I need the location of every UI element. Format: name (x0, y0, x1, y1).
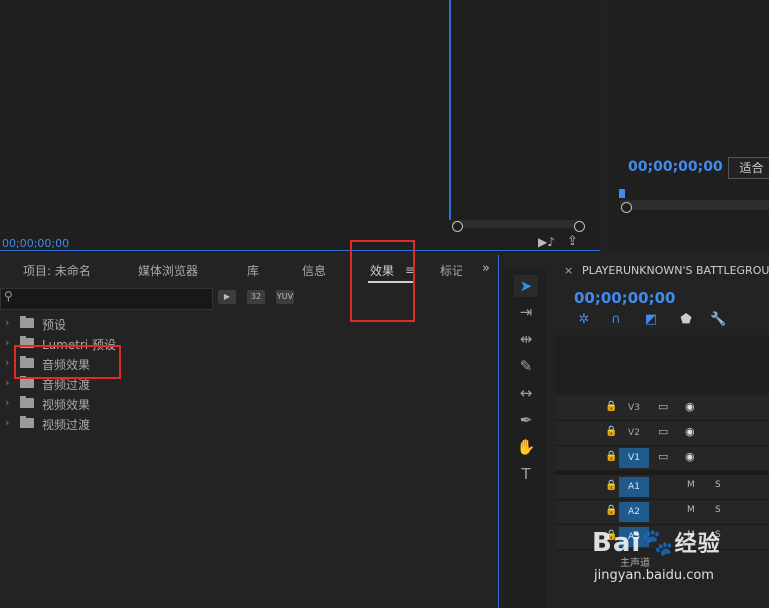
chevron-right-icon[interactable]: › (5, 416, 9, 429)
preset-folder-icon (20, 316, 34, 328)
source-timecode[interactable]: 00;00;00;00 (2, 237, 69, 250)
source-zoom-scrollbar[interactable] (452, 220, 582, 228)
zoom-fit-dropdown[interactable]: 适合 (728, 157, 769, 179)
eye-icon[interactable]: ◉ (685, 425, 695, 438)
lock-icon[interactable]: 🔒 (605, 505, 617, 516)
track-a2[interactable]: 🔒 A2 M S (555, 500, 769, 525)
source-playhead-line (449, 0, 451, 220)
selection-tool-icon[interactable]: ➤ (514, 275, 538, 297)
program-monitor (607, 0, 769, 252)
source-monitor (0, 0, 600, 252)
timeline-ruler-area (555, 335, 769, 395)
chevron-right-icon[interactable]: › (5, 376, 9, 389)
sync-lock-icon[interactable]: ▭ (658, 400, 668, 413)
solo-button[interactable]: S (715, 480, 721, 490)
nest-sequence-icon[interactable]: ✲ (576, 312, 592, 328)
track-v1[interactable]: 🔒 V1 ▭ ◉ (555, 446, 769, 471)
close-icon[interactable]: × (564, 264, 573, 277)
accelerated-effects-icon[interactable]: ▶ (218, 290, 236, 304)
tree-item-video-transitions[interactable]: › 视频过渡 (0, 413, 496, 433)
highlight-box-effects-tab (350, 240, 415, 322)
track-name[interactable]: V2 (619, 423, 649, 443)
program-playhead[interactable] (619, 189, 625, 198)
effects-search-input[interactable] (0, 288, 213, 310)
panel-focus-border (0, 250, 600, 251)
chevron-right-icon[interactable]: › (5, 316, 9, 329)
linked-selection-icon[interactable]: ◩ (643, 312, 659, 328)
32bit-effects-icon[interactable]: 32 (247, 290, 265, 304)
more-tabs-icon[interactable]: » (482, 261, 490, 276)
eye-icon[interactable]: ◉ (685, 450, 695, 463)
tab-project[interactable]: 项目: 未命名 (23, 262, 91, 279)
timeline-timecode[interactable]: 00;00;00;00 (574, 289, 676, 307)
watermark-logo-text: Bai (592, 528, 642, 558)
tree-item-label: 预设 (42, 318, 67, 332)
razor-tool-icon[interactable]: ✎ (514, 355, 538, 377)
scrollbar-left-handle[interactable] (452, 221, 463, 232)
lock-icon[interactable]: 🔒 (605, 480, 617, 491)
tab-markers[interactable]: 标记 (440, 262, 462, 279)
tree-item-presets[interactable]: › 预设 (0, 313, 496, 333)
pen-tool-icon[interactable]: ✒ (514, 409, 538, 431)
program-scroll-handle[interactable] (621, 202, 632, 213)
ripple-edit-tool-icon[interactable]: ⇹ (514, 328, 538, 350)
lock-icon[interactable]: 🔒 (605, 451, 617, 462)
snap-icon[interactable]: ∩ (608, 312, 624, 328)
track-name[interactable]: V1 (619, 448, 649, 468)
mute-button[interactable]: M (687, 480, 695, 490)
chevron-right-icon[interactable]: › (5, 396, 9, 409)
track-v2[interactable]: 🔒 V2 ▭ ◉ (555, 421, 769, 446)
add-marker-icon[interactable]: ⬟ (678, 312, 694, 328)
tab-media-browser[interactable]: 媒体浏览器 (138, 262, 198, 279)
hand-tool-icon[interactable]: ✋ (514, 436, 538, 458)
folder-icon (20, 396, 34, 408)
tab-info[interactable]: 信息 (302, 262, 326, 279)
paw-icon: 🐾 (641, 528, 675, 558)
track-name[interactable]: A2 (619, 502, 649, 522)
mute-button[interactable]: M (687, 505, 695, 515)
track-a1[interactable]: 🔒 A1 M S (555, 475, 769, 500)
wrench-icon[interactable]: 🔧 (710, 312, 726, 328)
program-timecode[interactable]: 00;00;00;00 (628, 159, 723, 175)
sequence-tab-title[interactable]: PLAYERUNKNOWN'S BATTLEGROUNDS (582, 264, 769, 277)
watermark-url: jingyan.baidu.com (594, 568, 714, 583)
scrollbar-right-handle[interactable] (574, 221, 585, 232)
folder-icon (20, 376, 34, 388)
type-tool-icon[interactable]: T (514, 463, 538, 485)
baidu-jingyan-watermark: Bai🐾经验 (592, 526, 721, 558)
search-icon: ⚲ (4, 289, 13, 303)
highlight-box-audio-effects (14, 345, 121, 379)
eye-icon[interactable]: ◉ (685, 400, 695, 413)
solo-button[interactable]: S (715, 505, 721, 515)
watermark-logo-cn: 经验 (674, 532, 721, 557)
track-select-tool-icon[interactable]: ⇥ (514, 301, 538, 323)
folder-icon (20, 416, 34, 428)
program-time-ruler[interactable] (620, 200, 769, 210)
tree-item-video-effects[interactable]: › 视频效果 (0, 393, 496, 413)
tree-item-label: 视频效果 (42, 398, 91, 412)
track-name[interactable]: V3 (619, 398, 649, 418)
lock-icon[interactable]: 🔒 (605, 401, 617, 412)
yuv-effects-icon[interactable]: YUV (276, 290, 294, 304)
lock-icon[interactable]: 🔒 (605, 426, 617, 437)
play-audio-icon[interactable]: ▶♪ (538, 235, 555, 249)
chevron-right-icon[interactable]: › (5, 356, 9, 369)
tab-libraries[interactable]: 库 (247, 262, 259, 279)
sync-lock-icon[interactable]: ▭ (658, 425, 668, 438)
chevron-right-icon[interactable]: › (5, 336, 9, 349)
track-v3[interactable]: 🔒 V3 ▭ ◉ (555, 396, 769, 421)
export-frame-icon[interactable]: ⇪ (567, 234, 578, 249)
slip-tool-icon[interactable]: ↔ (514, 382, 538, 404)
track-name[interactable]: A1 (619, 477, 649, 497)
tree-item-label: 视频过渡 (42, 418, 91, 432)
sync-lock-icon[interactable]: ▭ (658, 450, 668, 463)
